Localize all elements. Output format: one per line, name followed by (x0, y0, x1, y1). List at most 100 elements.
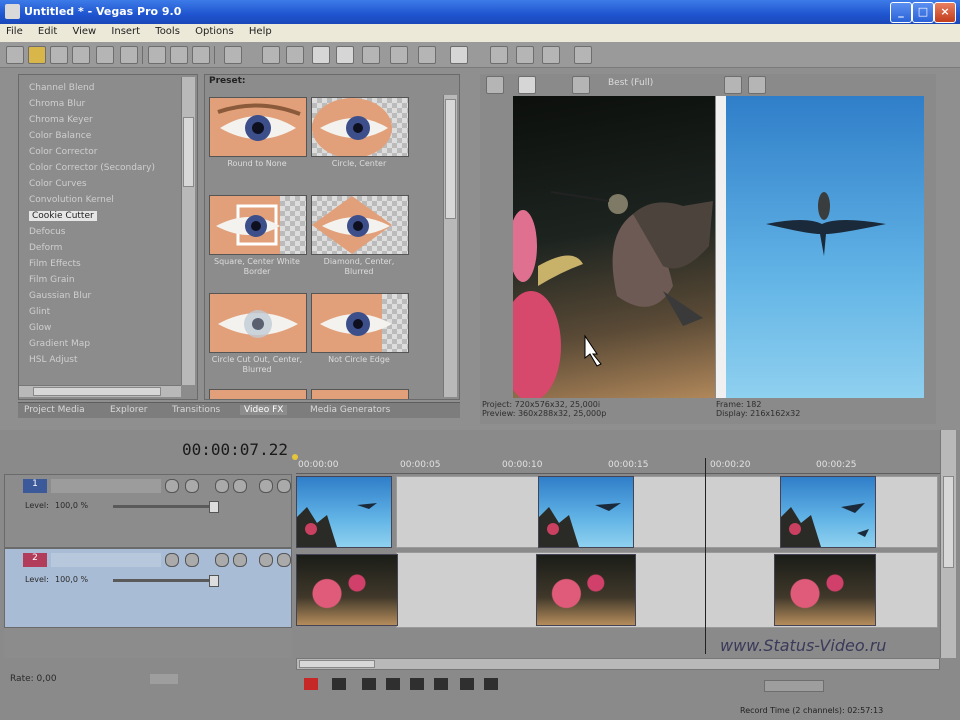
preview-quality[interactable]: Best (Full) (608, 78, 653, 88)
playhead[interactable] (705, 458, 706, 654)
fx-item[interactable]: Chroma Blur (29, 99, 85, 109)
track-fx-icon[interactable] (185, 553, 199, 567)
normal-edit-tool-icon[interactable] (312, 46, 330, 64)
video-clip[interactable] (780, 476, 876, 548)
fx-item[interactable]: Glint (29, 307, 50, 317)
video-clip[interactable] (296, 476, 392, 548)
preset-item[interactable]: Diamond, Center, Blurred (311, 195, 409, 291)
level-slider-knob[interactable] (209, 501, 219, 513)
preview-mode-icon[interactable] (518, 76, 536, 94)
snap-icon[interactable] (224, 46, 242, 64)
solo-icon[interactable] (233, 553, 247, 567)
mute-icon[interactable] (215, 553, 229, 567)
pause-button[interactable] (410, 678, 424, 690)
close-button[interactable]: × (934, 2, 956, 23)
timeline-scrollbar[interactable] (940, 430, 956, 658)
lock-envelopes-icon[interactable] (450, 46, 468, 64)
track-2-name-field[interactable] (51, 553, 161, 567)
fx-item-selected[interactable]: Cookie Cutter (29, 211, 97, 221)
undo-icon[interactable] (262, 46, 280, 64)
preset-item[interactable]: Circle Cut Out, Center, Blurred (209, 293, 307, 389)
zoom-tool-icon[interactable] (390, 46, 408, 64)
settings-icon[interactable] (120, 46, 138, 64)
save-snapshot-icon[interactable] (748, 76, 766, 94)
preset-item[interactable] (311, 389, 409, 399)
tab-video-fx[interactable]: Video FX (240, 405, 288, 415)
timeline-hscrollbar[interactable] (296, 658, 940, 670)
copy-snapshot-icon[interactable] (724, 76, 742, 94)
video-clip[interactable] (774, 554, 876, 626)
track-1-header[interactable]: 1 Level: 100,0 % (4, 474, 292, 548)
properties-icon[interactable] (72, 46, 90, 64)
level-slider[interactable] (113, 505, 217, 508)
video-clip[interactable] (296, 554, 398, 626)
time-ruler[interactable]: 00:00:00 00:00:05 00:00:10 00:00:15 00:0… (296, 458, 940, 474)
maximize-button[interactable]: □ (912, 2, 934, 23)
copy-icon[interactable] (170, 46, 188, 64)
fx-item[interactable]: Channel Blend (29, 83, 94, 93)
fx-item[interactable]: Film Grain (29, 275, 75, 285)
presets-scroll-thumb[interactable] (445, 99, 456, 219)
track-motion-icon[interactable] (165, 479, 179, 493)
level-slider-knob[interactable] (209, 575, 219, 587)
track-fx-icon[interactable] (185, 479, 199, 493)
minimize-button[interactable]: _ (890, 2, 912, 23)
preset-item[interactable]: Round to None (209, 97, 307, 193)
preview-settings-icon[interactable] (486, 76, 504, 94)
go-to-end-button[interactable] (484, 678, 498, 690)
timecode-field[interactable] (764, 680, 824, 692)
fx-item[interactable]: Deform (29, 243, 62, 253)
timeline-scroll-thumb[interactable] (943, 476, 954, 568)
track-motion-icon[interactable] (165, 553, 179, 567)
envelope-tool-icon[interactable] (336, 46, 354, 64)
track-1-name-field[interactable] (51, 479, 161, 493)
new-icon[interactable] (6, 46, 24, 64)
fx-item[interactable]: HSL Adjust (29, 355, 78, 365)
loop-playback-button[interactable] (332, 678, 346, 690)
tab-media-generators[interactable]: Media Generators (310, 405, 390, 415)
stop-button[interactable] (434, 678, 448, 690)
timeline-hscroll-thumb[interactable] (299, 660, 375, 668)
menu-file[interactable]: File (0, 24, 29, 37)
save-icon[interactable] (50, 46, 68, 64)
expand-icon[interactable] (259, 553, 273, 567)
cut-icon[interactable] (148, 46, 166, 64)
redo-icon[interactable] (286, 46, 304, 64)
fx-item[interactable]: Color Corrector (Secondary) (29, 163, 155, 173)
preview-fx-icon[interactable] (572, 76, 590, 94)
fx-list-hscroll-thumb[interactable] (33, 387, 161, 396)
external-monitor-icon[interactable] (516, 46, 534, 64)
tab-project-media[interactable]: Project Media (24, 405, 85, 415)
paste-icon[interactable] (192, 46, 210, 64)
fx-item[interactable]: Glow (29, 323, 51, 333)
fx-item[interactable]: Color Corrector (29, 147, 97, 157)
render-icon[interactable] (96, 46, 114, 64)
menu-options[interactable]: Options (189, 24, 240, 37)
snapshot-icon[interactable] (574, 46, 592, 64)
presets-scrollbar[interactable] (443, 95, 457, 397)
selection-tool-icon[interactable] (362, 46, 380, 64)
level-slider[interactable] (113, 579, 217, 582)
fx-item[interactable]: Color Balance (29, 131, 91, 141)
preset-item[interactable] (209, 389, 307, 399)
open-icon[interactable] (28, 46, 46, 64)
go-to-start-button[interactable] (460, 678, 474, 690)
fx-item[interactable]: Gaussian Blur (29, 291, 91, 301)
video-clip[interactable] (536, 554, 636, 626)
lock-icon[interactable] (277, 479, 291, 493)
auto-ripple-icon[interactable] (418, 46, 436, 64)
play-from-start-button[interactable] (362, 678, 376, 690)
menu-edit[interactable]: Edit (32, 24, 63, 37)
fx-list-hscrollbar[interactable] (19, 385, 181, 397)
tab-explorer[interactable]: Explorer (110, 405, 147, 415)
record-button[interactable] (304, 678, 318, 690)
tab-transitions[interactable]: Transitions (172, 405, 220, 415)
preset-item[interactable]: Circle, Center (311, 97, 409, 193)
fx-item[interactable]: Convolution Kernel (29, 195, 114, 205)
fx-item[interactable]: Film Effects (29, 259, 81, 269)
menu-help[interactable]: Help (243, 24, 278, 37)
split-screen-icon[interactable] (542, 46, 560, 64)
preset-item[interactable]: Square, Center White Border (209, 195, 307, 291)
track-2-header[interactable]: 2 Level: 100,0 % (4, 548, 292, 628)
fx-list-scroll-thumb[interactable] (183, 117, 194, 187)
